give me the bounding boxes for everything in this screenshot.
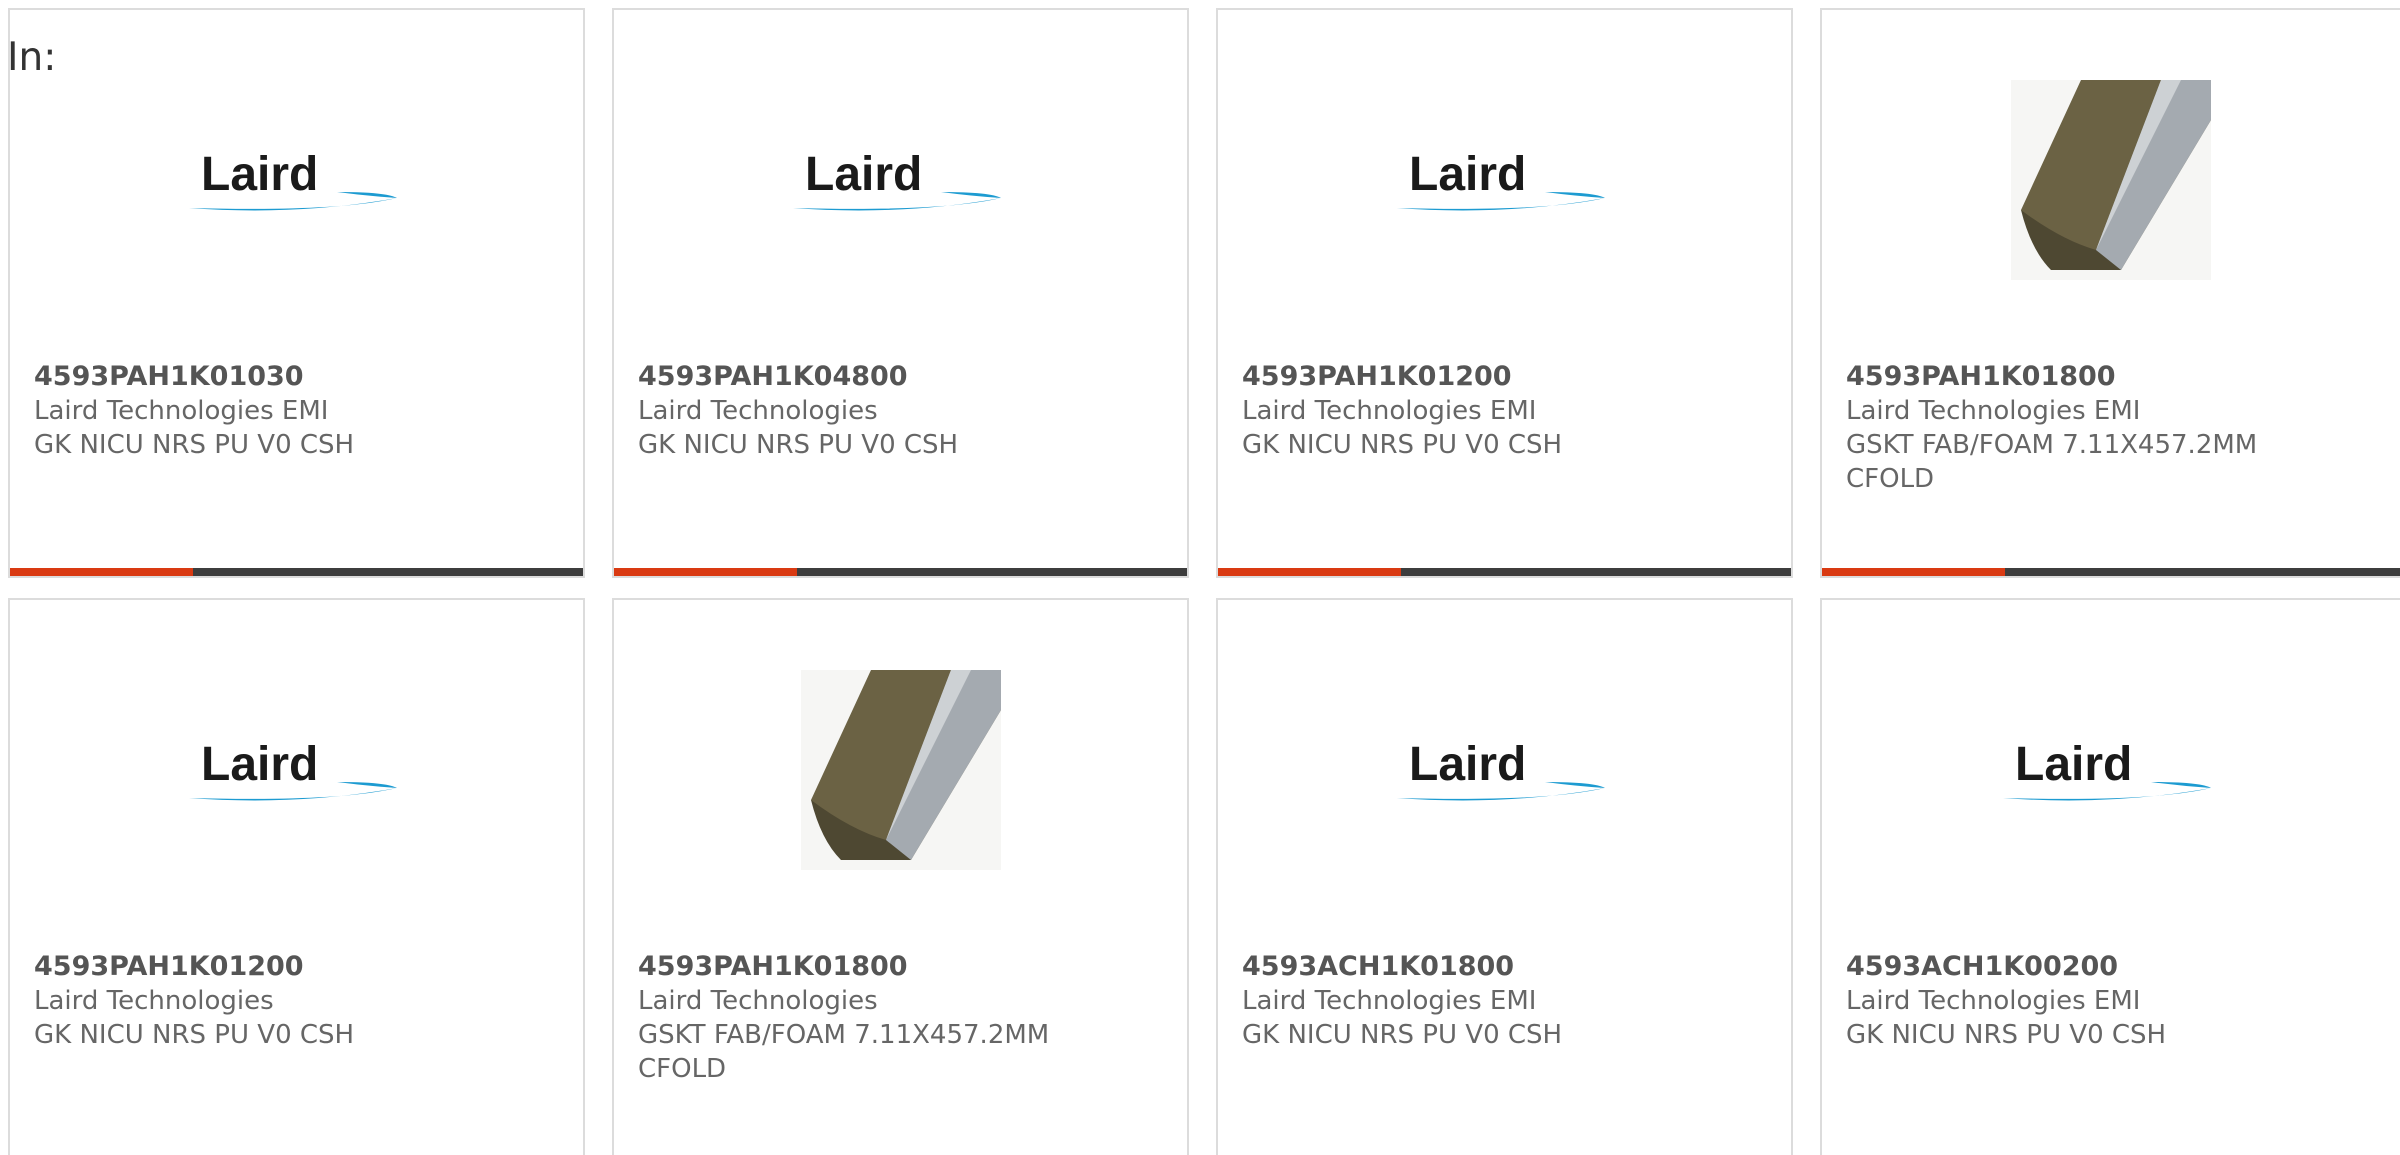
product-info: 4593PAH1K01030 Laird Technologies EMI GK…	[34, 360, 563, 462]
product-grid-page: In: Laird 4593PAH1K01030 Laird Technolog…	[0, 0, 2400, 1155]
product-card[interactable]: Laird 4593ACH1K01800 Laird Technologies …	[1216, 598, 1793, 1155]
product-image: Laird	[1218, 668, 1791, 872]
svg-text:Laird: Laird	[1409, 148, 1526, 201]
part-number[interactable]: 4593PAH1K01200	[1242, 360, 1771, 394]
svg-text:Laird: Laird	[201, 148, 318, 201]
description: GK NICU NRS PU V0 CSH	[1242, 1020, 1563, 1050]
gasket-photo-icon	[2011, 80, 2211, 280]
laird-logo-icon: Laird	[1396, 148, 1605, 211]
manufacturer: Laird Technologies EMI	[1242, 396, 1537, 426]
description: GK NICU NRS PU V0 CSH	[1242, 430, 1563, 460]
svg-text:Laird: Laird	[805, 148, 922, 201]
svg-text:Laird: Laird	[2015, 738, 2132, 791]
description: GK NICU NRS PU V0 CSH	[1846, 1020, 2167, 1050]
product-image: Laird	[614, 78, 1187, 282]
product-info: 4593PAH1K01200 Laird Technologies GK NIC…	[34, 950, 563, 1052]
filter-label: In:	[7, 35, 57, 80]
product-card[interactable]: 4593PAH1K01800 Laird Technologies GSKT F…	[612, 598, 1189, 1155]
svg-text:Laird: Laird	[1409, 738, 1526, 791]
part-number[interactable]: 4593ACH1K01800	[1242, 950, 1771, 984]
product-image: Laird	[10, 668, 583, 872]
laird-logo-icon: Laird	[188, 148, 397, 211]
description: GK NICU NRS PU V0 CSH	[638, 430, 959, 460]
manufacturer: Laird Technologies	[34, 986, 274, 1016]
manufacturer: Laird Technologies EMI	[1242, 986, 1537, 1016]
card-bar	[1822, 568, 2400, 576]
manufacturer: Laird Technologies	[638, 396, 878, 426]
manufacturer: Laird Technologies EMI	[1846, 986, 2141, 1016]
laird-logo-icon: Laird	[2003, 738, 2211, 801]
product-card[interactable]: 4593PAH1K01800 Laird Technologies EMI GS…	[1820, 8, 2400, 578]
part-number[interactable]: 4593PAH1K01800	[638, 950, 1167, 984]
product-image	[614, 668, 1187, 872]
laird-logo-icon: Laird	[1396, 738, 1605, 801]
product-card[interactable]: Laird 4593PAH1K04800 Laird Technologies …	[612, 8, 1189, 578]
manufacturer: Laird Technologies EMI	[1846, 396, 2141, 426]
manufacturer: Laird Technologies	[638, 986, 878, 1016]
svg-text:Laird: Laird	[201, 738, 318, 791]
card-bar	[10, 568, 583, 576]
product-info: 4593PAH1K01800 Laird Technologies EMI GS…	[1846, 360, 2380, 496]
product-card[interactable]: Laird 4593PAH1K01200 Laird Technologies …	[8, 598, 585, 1155]
product-card[interactable]: Laird 4593PAH1K01200 Laird Technologies …	[1216, 8, 1793, 578]
part-number[interactable]: 4593PAH1K04800	[638, 360, 1167, 394]
product-info: 4593PAH1K01800 Laird Technologies GSKT F…	[638, 950, 1167, 1086]
product-image: Laird	[10, 78, 583, 282]
gasket-photo-icon	[800, 670, 1001, 870]
product-image: Laird	[1218, 78, 1791, 282]
product-info: 4593ACH1K01800 Laird Technologies EMI GK…	[1242, 950, 1771, 1052]
product-card[interactable]: Laird 4593ACH1K00200 Laird Technologies …	[1820, 598, 2400, 1155]
laird-logo-icon: Laird	[792, 148, 1001, 211]
part-number[interactable]: 4593PAH1K01800	[1846, 360, 2380, 394]
part-number[interactable]: 4593PAH1K01200	[34, 950, 563, 984]
laird-logo-icon: Laird	[188, 738, 397, 801]
manufacturer: Laird Technologies EMI	[34, 396, 329, 426]
product-image: Laird	[1822, 668, 2400, 872]
product-info: 4593PAH1K01200 Laird Technologies EMI GK…	[1242, 360, 1771, 462]
description: GSKT FAB/FOAM 7.11X457.2MM CFOLD	[638, 1020, 1050, 1084]
product-info: 4593ACH1K00200 Laird Technologies EMI GK…	[1846, 950, 2380, 1052]
description: GSKT FAB/FOAM 7.11X457.2MM CFOLD	[1846, 430, 2258, 494]
card-bar	[614, 568, 1187, 576]
description: GK NICU NRS PU V0 CSH	[34, 1020, 355, 1050]
product-card[interactable]: Laird 4593PAH1K01030 Laird Technologies …	[8, 8, 585, 578]
part-number[interactable]: 4593PAH1K01030	[34, 360, 563, 394]
card-bar	[1218, 568, 1791, 576]
product-image	[1822, 78, 2400, 282]
product-info: 4593PAH1K04800 Laird Technologies GK NIC…	[638, 360, 1167, 462]
part-number[interactable]: 4593ACH1K00200	[1846, 950, 2380, 984]
description: GK NICU NRS PU V0 CSH	[34, 430, 355, 460]
